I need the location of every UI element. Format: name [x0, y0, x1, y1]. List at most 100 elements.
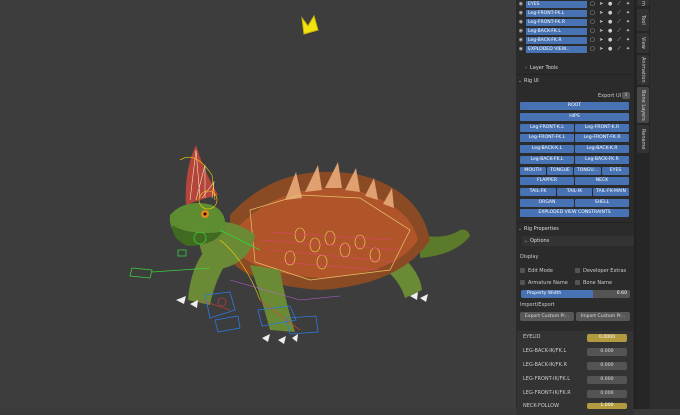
solo-icon[interactable]: ✦	[624, 10, 632, 17]
rig-button-mouth[interactable]: MOUTH	[520, 167, 546, 175]
rig-button-eyes[interactable]: EYES	[602, 167, 629, 175]
lock-icon[interactable]: ▢	[588, 10, 596, 17]
dot-icon[interactable]: ●	[606, 37, 614, 44]
rig-ui-header[interactable]: ⌄ Rig UI	[516, 76, 634, 86]
solo-icon[interactable]: ✦	[624, 37, 632, 44]
rig-button-exploded[interactable]: EXPLODED VIEW CONSTRAINTS	[520, 209, 629, 217]
dot-icon[interactable]: ●	[606, 19, 614, 26]
solo-icon[interactable]: ✦	[624, 1, 632, 8]
lock-icon[interactable]: ▢	[588, 19, 596, 26]
rig-button-tail-fk[interactable]: TAIL-FK	[520, 188, 556, 196]
rig-button-leg[interactable]: Leg-FRONT-K.R	[575, 124, 629, 132]
rig-button-leg[interactable]: Leg-FRONT-K.L	[520, 124, 574, 132]
tab-tool[interactable]: Tool	[637, 9, 649, 31]
layer-name[interactable]: EYES	[525, 0, 588, 8]
property-name: LEG-FRONT-IK/FK.L	[523, 376, 571, 382]
eye-icon[interactable]: ◉	[518, 10, 524, 16]
property-value[interactable]: 0.000	[587, 376, 627, 384]
dot-icon[interactable]: ●	[606, 28, 614, 35]
solo-icon[interactable]: ✦	[624, 28, 632, 35]
property-value[interactable]: 0.0000	[587, 334, 627, 342]
rig-button-tail-ik[interactable]: TAIL-IK	[557, 188, 592, 196]
layer-name[interactable]: Leg-BACK-FK.R	[525, 36, 588, 44]
select-icon[interactable]: ➤	[597, 28, 605, 35]
layer-row[interactable]: ◉ Leg-FRONT-FK.L ▢ ➤ ● ⟋ ✦	[518, 9, 632, 17]
select-icon[interactable]: ➤	[597, 37, 605, 44]
layer-name[interactable]: Leg-FRONT-FK.R	[525, 18, 588, 26]
property-value[interactable]: 0.000	[587, 362, 627, 370]
rig-button-root[interactable]: ROOT	[520, 102, 629, 110]
chevron-down-icon: ⌄	[523, 238, 529, 244]
layer-row[interactable]: ◉ Leg-FRONT-FK.R ▢ ➤ ● ⟋ ✦	[518, 18, 632, 26]
import-custom-button[interactable]: Import Custom Pr...	[576, 312, 630, 321]
bone-icon[interactable]: ⟋	[615, 37, 623, 44]
tab-animation[interactable]: Animation	[637, 55, 649, 85]
tab-view[interactable]: View	[637, 33, 649, 53]
eye-icon[interactable]: ◉	[518, 37, 524, 43]
bone-icon[interactable]: ⟋	[615, 19, 623, 26]
lock-icon[interactable]: ▢	[588, 46, 596, 53]
lock-icon[interactable]: ▢	[588, 37, 596, 44]
select-icon[interactable]: ➤	[597, 10, 605, 17]
rig-button-tail-fk-main[interactable]: TAIL-FK-MAIN	[593, 188, 629, 196]
rig-button-tongue[interactable]: TONGUE	[547, 167, 573, 175]
rig-button-hips[interactable]: HIPS	[520, 113, 629, 121]
dot-icon[interactable]: ●	[606, 10, 614, 17]
rig-button-shell[interactable]: SHELL	[575, 199, 629, 207]
rig-button-tongue-2[interactable]: TONGU...	[574, 167, 601, 175]
rig-button-leg[interactable]: Leg-BACK-K.L	[520, 145, 574, 153]
property-width-slider[interactable]: Property Width 0.60	[521, 290, 630, 298]
layer-tools-header[interactable]: › Layer Tools	[516, 63, 634, 73]
select-icon[interactable]: ➤	[597, 19, 605, 26]
layer-name[interactable]: Leg-BACK-FK.L	[525, 27, 588, 35]
lock-icon[interactable]: ▢	[588, 1, 596, 8]
eye-icon[interactable]: ◉	[518, 19, 524, 25]
bone-icon[interactable]: ⟋	[615, 10, 623, 17]
bone-icon[interactable]: ⟋	[615, 28, 623, 35]
eye-icon[interactable]: ◉	[518, 46, 524, 52]
export-ui-button[interactable]: ⇪	[622, 92, 630, 99]
tab-rename[interactable]: Rename	[637, 125, 649, 153]
chevron-right-icon: ›	[525, 65, 527, 71]
rig-properties-header[interactable]: ⌄ Rig Properties	[516, 224, 634, 234]
rig-button-leg[interactable]: Leg-BACK-FK.L	[520, 156, 574, 164]
solo-icon[interactable]: ✦	[624, 19, 632, 26]
rig-button-neck[interactable]: NECK	[575, 177, 629, 185]
layer-row[interactable]: ◉ Leg-BACK-FK.L ▢ ➤ ● ⟋ ✦	[518, 27, 632, 35]
rig-button-leg[interactable]: Leg-FRONT-FK.L	[520, 134, 574, 142]
export-custom-button[interactable]: Export Custom Pr...	[520, 312, 574, 321]
eye-icon[interactable]: ◉	[518, 1, 524, 7]
layer-row[interactable]: ◉ EXPLODED VIEW... ▢ ➤ ● ⟋ ✦	[518, 45, 632, 53]
select-icon[interactable]: ➤	[597, 1, 605, 8]
layer-name[interactable]: EXPLODED VIEW...	[525, 45, 588, 53]
property-value[interactable]: 0.000	[587, 390, 627, 398]
eye-icon[interactable]: ◉	[518, 28, 524, 34]
options-header[interactable]: ⌄ Options	[522, 236, 634, 246]
rig-button-leg[interactable]: Leg-BACK-FK.R	[575, 156, 629, 164]
developer-extras-checkbox[interactable]	[575, 268, 580, 273]
lock-icon[interactable]: ▢	[588, 28, 596, 35]
layer-row[interactable]: ◉ Leg-BACK-FK.R ▢ ➤ ● ⟋ ✦	[518, 36, 632, 44]
select-icon[interactable]: ➤	[597, 46, 605, 53]
dot-icon[interactable]: ●	[606, 46, 614, 53]
property-value[interactable]: 0.000	[587, 348, 627, 356]
property-name: NECK-FOLLOW	[523, 403, 560, 409]
rig-button-flapper[interactable]: FLAPPER	[520, 177, 574, 185]
layer-row[interactable]: ◉ EYES ▢ ➤ ● ⟋ ✦	[518, 0, 632, 8]
armature-name-checkbox[interactable]	[520, 280, 525, 285]
rig-button-leg[interactable]: Leg-BACK-K.R	[575, 145, 629, 153]
layer-name[interactable]: Leg-FRONT-FK.L	[525, 9, 588, 17]
tab-bone-layers[interactable]: Bone Layers	[637, 87, 649, 123]
dot-icon[interactable]: ●	[606, 1, 614, 8]
bone-icon[interactable]: ⟋	[615, 46, 623, 53]
chevron-down-icon: ⌄	[517, 226, 523, 232]
bone-icon[interactable]: ⟋	[615, 1, 623, 8]
bone-name-checkbox[interactable]	[575, 280, 580, 285]
edit-mode-checkbox[interactable]	[520, 268, 525, 273]
solo-icon[interactable]: ✦	[624, 46, 632, 53]
rig-button-leg[interactable]: Leg-FRONT-FK.R	[575, 134, 629, 142]
property-value[interactable]: 1.000	[587, 403, 627, 409]
rig-button-organ[interactable]: ORGAN	[520, 199, 574, 207]
3d-viewport[interactable]	[0, 0, 516, 409]
tab-item[interactable]: m	[637, 0, 649, 6]
